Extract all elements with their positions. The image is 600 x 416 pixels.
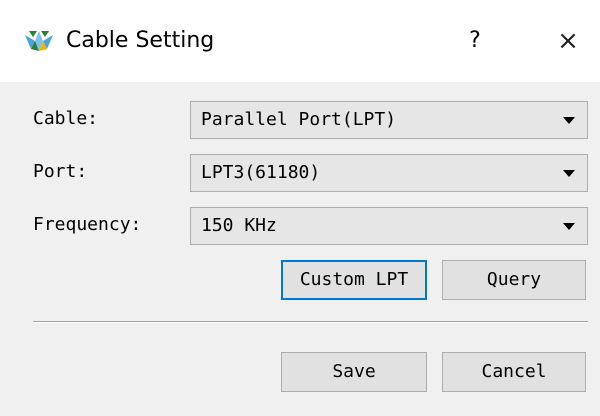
frequency-label: Frequency: [33,214,142,235]
cable-select[interactable]: Parallel Port(LPT) [190,101,588,139]
cancel-button[interactable]: Cancel [442,352,586,392]
cable-select-value: Parallel Port(LPT) [201,109,397,130]
cable-setting-dialog: Cable Setting ? × Cable: Parallel Port(L… [0,0,600,416]
frequency-select-value: 150 KHz [201,215,277,236]
separator [33,321,588,323]
help-button[interactable]: ? [455,22,495,60]
cable-label: Cable: [33,108,99,129]
save-button[interactable]: Save [281,352,427,392]
window-title: Cable Setting [66,28,215,53]
port-select-value: LPT3(61180) [201,162,321,183]
port-select[interactable]: LPT3(61180) [190,154,588,192]
chevron-down-icon [563,223,575,230]
title-bar[interactable]: Cable Setting ? × [0,0,600,82]
frequency-select[interactable]: 150 KHz [190,207,588,245]
custom-lpt-button[interactable]: Custom LPT [281,260,427,300]
close-button[interactable]: × [548,22,588,60]
query-button[interactable]: Query [442,260,586,300]
gowin-logo-icon [25,31,53,51]
chevron-down-icon [563,117,575,124]
chevron-down-icon [563,170,575,177]
port-label: Port: [33,161,88,182]
